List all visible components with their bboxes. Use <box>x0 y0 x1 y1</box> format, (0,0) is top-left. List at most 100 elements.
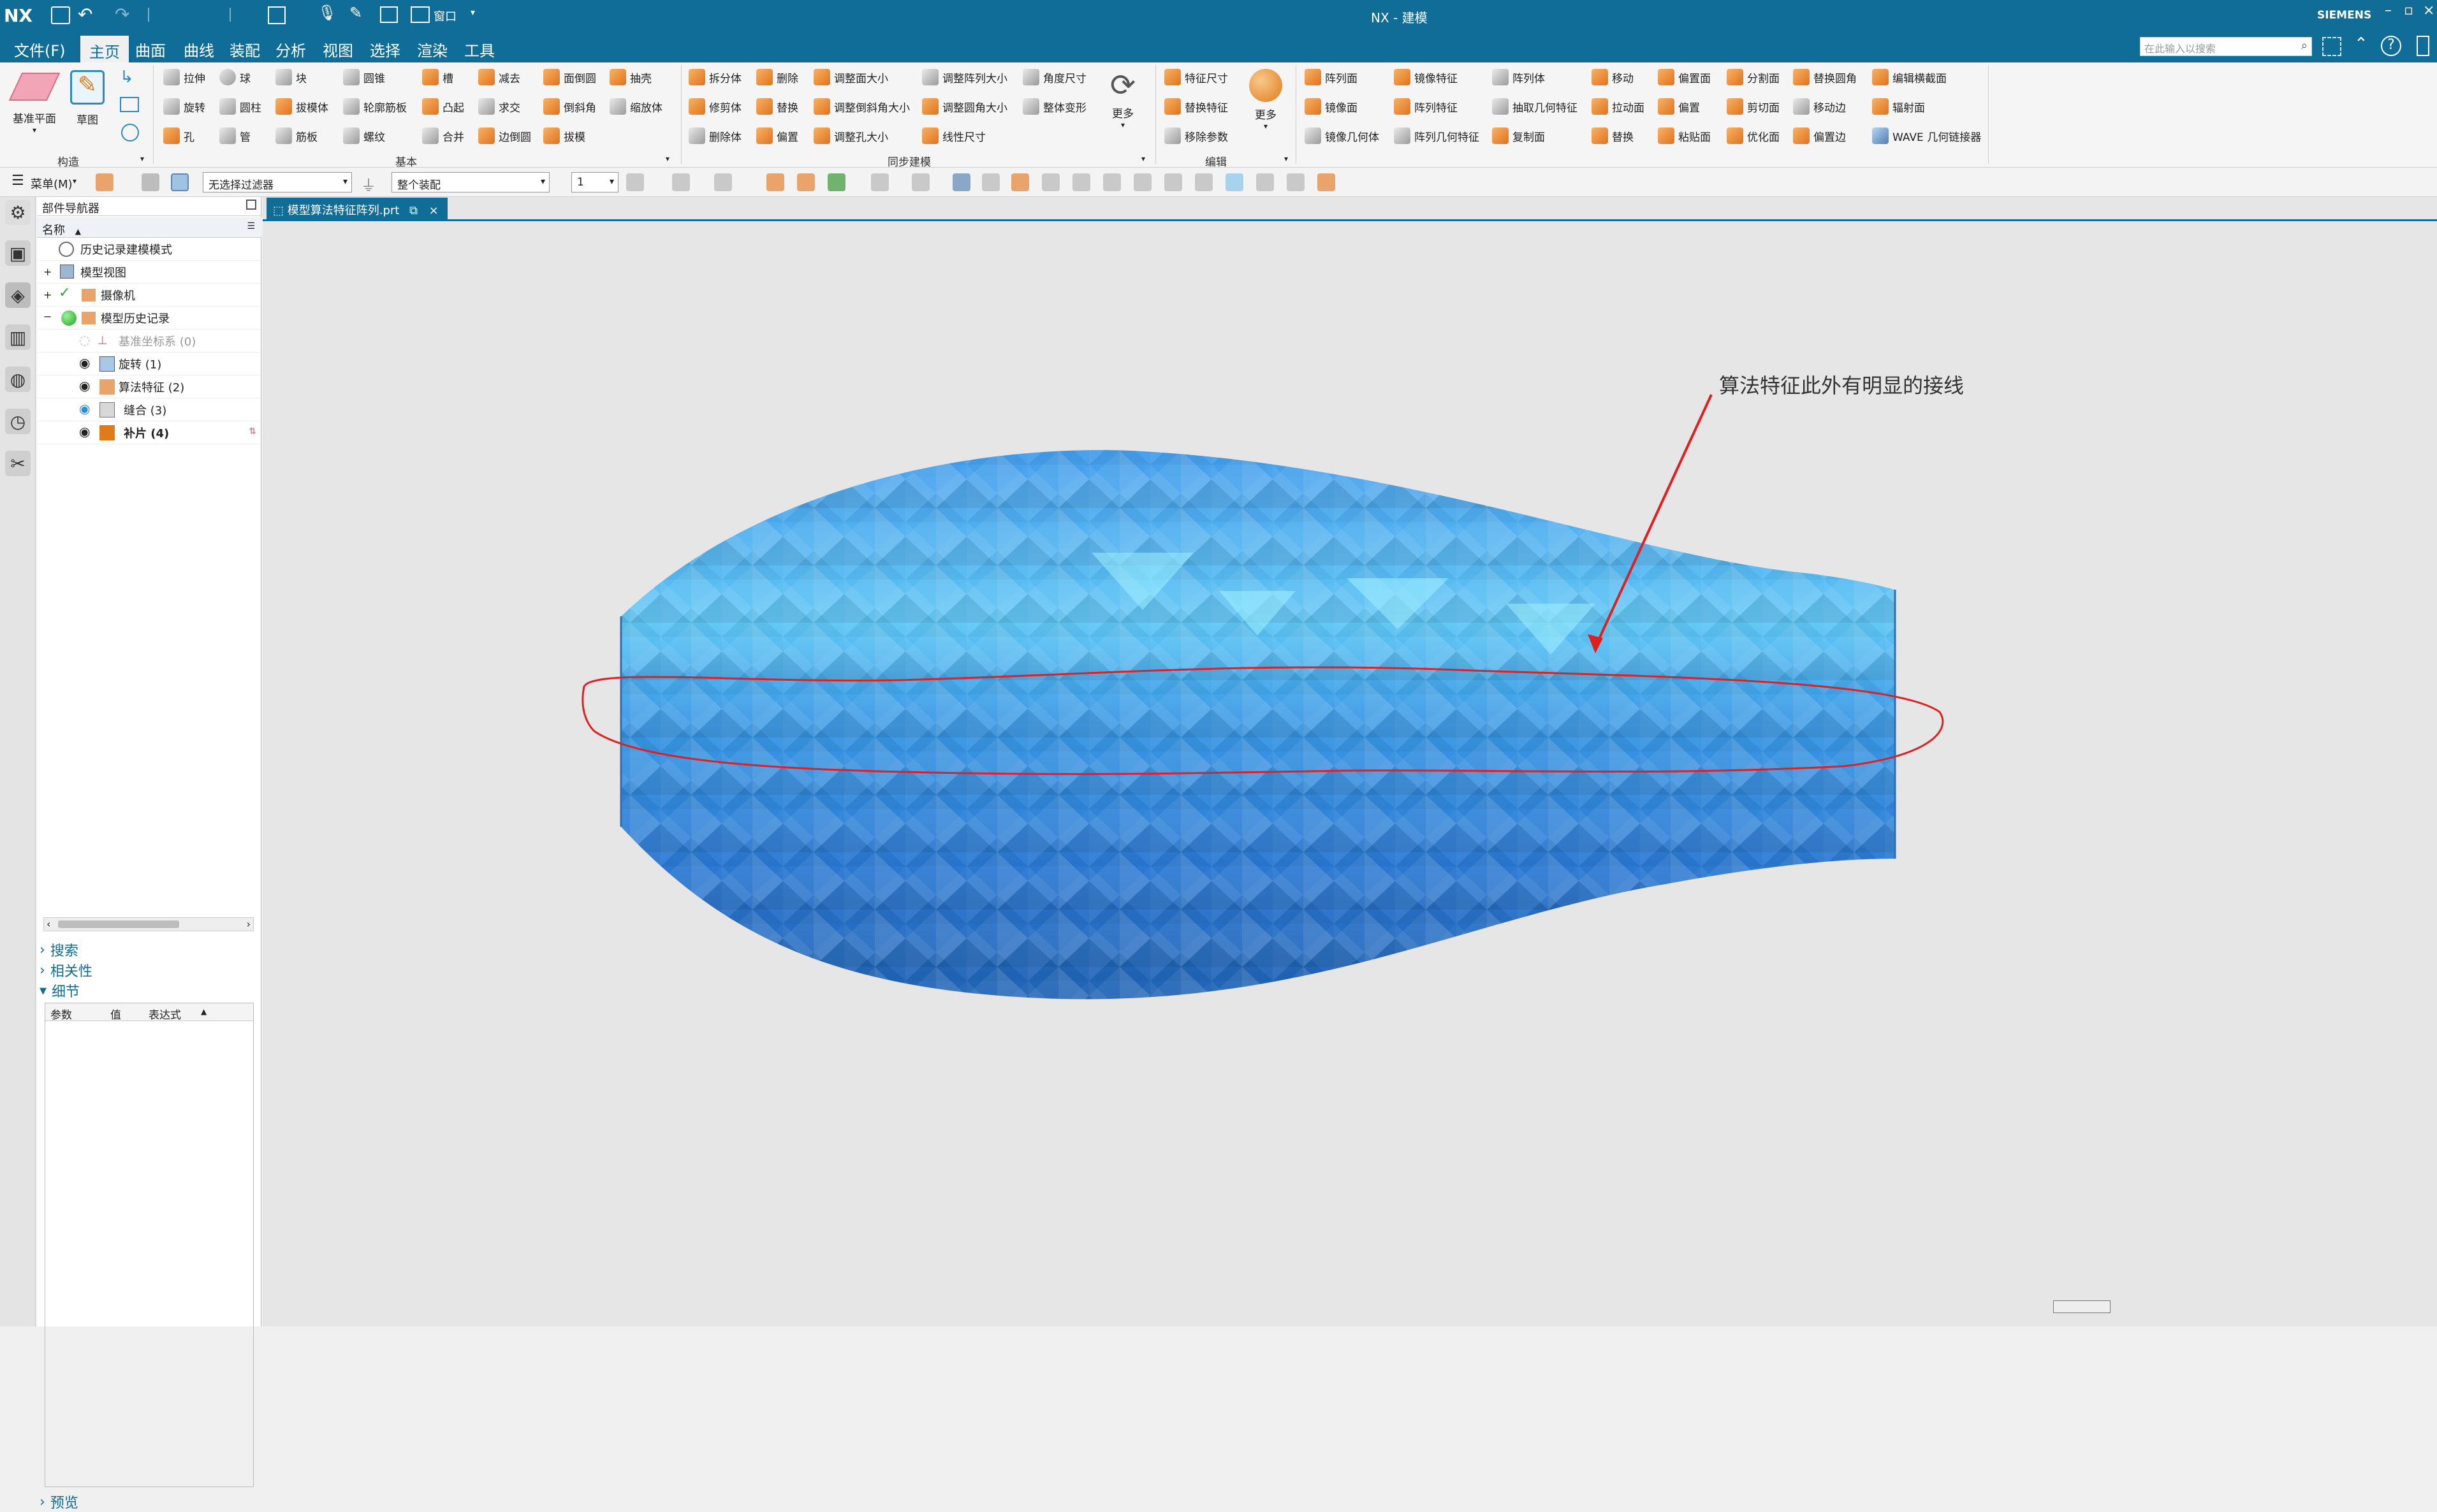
unite-button[interactable]: 合并 <box>422 126 464 145</box>
resize-hole-button[interactable]: 调整孔大小 <box>814 126 888 145</box>
resize-blend-button[interactable]: 调整圆角大小 <box>922 97 1007 116</box>
profile-rib-button[interactable]: 轮廓筋板 <box>343 97 407 116</box>
scope-dropdown[interactable]: 整个装配 ▾ <box>392 172 550 193</box>
reuse-library-icon[interactable]: ◍ <box>5 367 31 392</box>
tab-curve[interactable]: 曲线 <box>179 37 219 62</box>
snap-icon-9[interactable] <box>1195 173 1213 191</box>
history-icon[interactable]: ◷ <box>5 409 31 434</box>
close-tab-icon[interactable]: × <box>429 204 439 217</box>
pull-face-button[interactable]: 拉动面 <box>1592 97 1644 116</box>
replace-feature-button[interactable]: 替换特征 <box>1164 97 1228 116</box>
replace-blend-button[interactable]: 替换圆角 <box>1793 68 1857 87</box>
draft-body-button[interactable]: 拔模体 <box>275 97 328 116</box>
mirror-face-button[interactable]: 镜像面 <box>1305 97 1358 116</box>
file-menu[interactable]: 文件(F) <box>9 37 71 62</box>
microphone-icon[interactable]: 🎙 <box>318 4 337 22</box>
tree-row-datum-csys[interactable]: ◌ ⟂ 基准坐标系 (0) <box>37 330 260 353</box>
switch-window-icon[interactable] <box>380 6 398 23</box>
scale-body-button[interactable]: 缩放体 <box>610 97 662 116</box>
assembly-navigator-icon[interactable]: ◈ <box>5 282 31 308</box>
window-menu[interactable]: 窗口 <box>434 8 457 24</box>
chevron-down-icon[interactable]: ▾ <box>1284 154 1288 163</box>
sphere-button[interactable]: 球 <box>219 68 251 87</box>
search-input[interactable]: 在此输入以搜索 <box>2144 40 2216 55</box>
block-button[interactable]: 块 <box>275 68 307 87</box>
horizontal-scrollbar[interactable]: ‹ › <box>43 917 254 931</box>
tab-home[interactable]: 主页 <box>80 36 129 62</box>
search-section[interactable]: › 搜索 <box>40 940 259 960</box>
draft-button[interactable]: 拔模 <box>543 126 585 145</box>
remove-parameters-button[interactable]: 移除参数 <box>1164 126 1228 145</box>
scroll-thumb[interactable] <box>58 920 179 928</box>
linear-dimension-button[interactable]: 线性尺寸 <box>922 126 986 145</box>
constraint-navigator-icon[interactable]: ▥ <box>5 324 31 350</box>
eye-icon[interactable]: ◉ <box>79 355 90 370</box>
radiating-face-button[interactable]: 辐射面 <box>1872 97 1925 116</box>
checkmark-icon[interactable]: ✓ <box>59 285 70 301</box>
tree-row-sew[interactable]: ◉ 缝合 (3) <box>37 398 260 421</box>
selection-filter-dropdown[interactable]: 无选择过滤器 ▾ <box>203 172 352 193</box>
touch-mode-icon[interactable]: ✎ <box>349 4 362 22</box>
trim-body-button[interactable]: 修剪体 <box>689 97 742 116</box>
snap-icon-2[interactable] <box>982 173 1000 191</box>
snap-icon-11[interactable] <box>1256 173 1274 191</box>
chevron-down-icon[interactable]: ▾ <box>73 177 77 185</box>
face-blend-button[interactable]: 面倒圆 <box>543 68 596 87</box>
offset-edge-button[interactable]: 偏置边 <box>1793 126 1846 145</box>
more-button-1[interactable]: ⟳ 更多 ▾ <box>1102 66 1144 143</box>
grid-icon[interactable] <box>1287 173 1305 191</box>
cut-face-button[interactable]: 剪切面 <box>1727 97 1780 116</box>
tree-row-algorithm-feature[interactable]: ◉ 算法特征 (2) <box>37 375 260 398</box>
pattern-feature-button[interactable]: 阵列特征 <box>1394 97 1458 116</box>
circle-icon[interactable] <box>121 124 139 142</box>
expression-column[interactable]: 表达式 <box>149 1006 181 1022</box>
mirror-geometry-button[interactable]: 镜像几何体 <box>1305 126 1379 145</box>
move-edge-button[interactable]: 移动边 <box>1793 97 1846 116</box>
edge-blend-button[interactable]: 边倒圆 <box>478 126 531 145</box>
eye-icon[interactable]: ◉ <box>79 378 90 393</box>
restore-icon[interactable]: ▫ <box>2404 3 2413 18</box>
undo-icon[interactable]: ↶ <box>78 4 92 25</box>
replace-face-button[interactable]: 替换 <box>756 97 798 116</box>
snap-icon-10[interactable] <box>1226 173 1243 191</box>
snap-icon-4[interactable] <box>1042 173 1060 191</box>
tree-row-history-mode[interactable]: 历史记录建模模式 <box>37 238 260 261</box>
help-icon[interactable]: ? <box>2381 36 2401 56</box>
tree-row-model-history[interactable]: − 模型历史记录 <box>37 307 260 330</box>
chevron-down-icon[interactable]: ▾ <box>471 8 475 18</box>
sketch-button[interactable]: ✎ 草图 <box>66 69 108 145</box>
hidden-eye-icon[interactable]: ◌ <box>79 332 90 347</box>
detail-section[interactable]: ▾ 细节 <box>40 981 259 1001</box>
filter-icon[interactable]: ⏚ <box>361 173 376 195</box>
pattern-face-button[interactable]: 阵列面 <box>1305 68 1358 87</box>
tab-surface[interactable]: 曲面 <box>130 37 171 62</box>
intersect-button[interactable]: 求交 <box>478 97 520 116</box>
eye-icon[interactable]: ◉ <box>79 401 90 416</box>
save-icon[interactable] <box>51 6 70 24</box>
more-button-2[interactable]: 更多 ▾ <box>1245 66 1287 143</box>
select-mode-icon[interactable] <box>268 6 286 24</box>
relevance-section[interactable]: › 相关性 <box>40 961 259 980</box>
extrude-button[interactable]: 拉伸 <box>163 68 205 87</box>
fullscreen-icon[interactable] <box>2322 37 2341 56</box>
value-column[interactable]: 值 <box>110 1006 121 1022</box>
expand-icon[interactable]: + <box>43 266 52 278</box>
view-icon[interactable] <box>626 173 644 191</box>
rib-button[interactable]: 筋板 <box>275 126 318 145</box>
window-icon[interactable] <box>411 6 430 23</box>
subtract-button[interactable]: 减去 <box>478 68 520 87</box>
tab-select[interactable]: 选择 <box>365 37 406 62</box>
measure-icon[interactable] <box>912 173 930 191</box>
snap-icon-6[interactable] <box>1103 173 1121 191</box>
scroll-right-icon[interactable]: › <box>247 918 251 930</box>
optimize-face-button[interactable]: 优化面 <box>1727 126 1780 145</box>
offset-face-button[interactable]: 偏置 <box>756 126 798 145</box>
panel-icon[interactable] <box>2417 36 2429 56</box>
curve-icon[interactable]: ↳ <box>120 68 134 87</box>
scroll-left-icon[interactable]: ‹ <box>47 918 50 930</box>
offset-button[interactable]: 偏置 <box>1658 97 1700 116</box>
part-navigator-icon[interactable]: ▣ <box>5 240 31 266</box>
thread-button[interactable]: 螺纹 <box>343 126 385 145</box>
feature-dimension-button[interactable]: 特征尺寸 <box>1164 68 1228 87</box>
snap-icon-7[interactable] <box>1134 173 1152 191</box>
